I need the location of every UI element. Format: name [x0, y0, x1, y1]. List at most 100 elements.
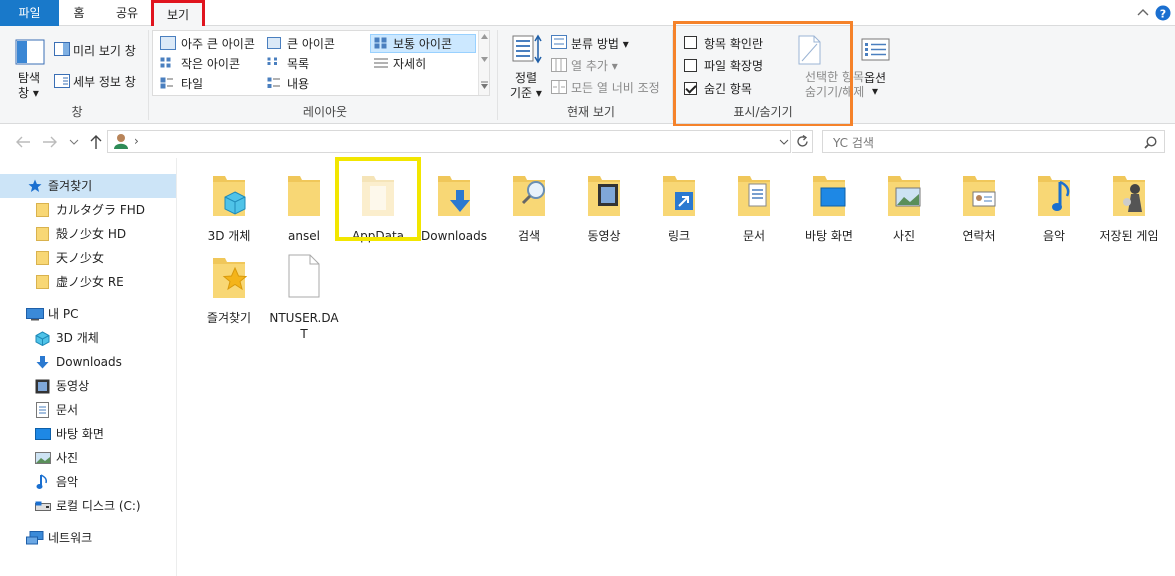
options-dropdown-arrow[interactable]: ▾: [872, 84, 878, 98]
layout-details[interactable]: 자세히: [393, 55, 426, 72]
help-icon[interactable]: ?: [1155, 5, 1171, 21]
scroll-down-icon[interactable]: [481, 57, 488, 62]
nav-pinned-item[interactable]: 殻ノ少女 HD: [0, 222, 176, 246]
address-bar-row: › YC 검색: [0, 126, 1175, 158]
folder-item-name: 연락처: [962, 229, 996, 243]
nav-local-disk[interactable]: 로컬 디스크 (C:): [0, 494, 176, 518]
folder-item-name: 즐겨찾기: [206, 311, 252, 325]
searches-folder-icon: [513, 176, 545, 216]
refresh-button[interactable]: [792, 130, 813, 153]
layout-small-icons[interactable]: 작은 아이콘: [181, 55, 240, 72]
documents-icon: [36, 402, 49, 418]
layout-medium-icons[interactable]: 보통 아이콘: [393, 35, 452, 52]
nav-pinned-label: カルタグラ FHD: [56, 203, 145, 217]
navigation-pane-icon: [15, 39, 45, 65]
navigation-pane: 즐겨찾기 カルタグラ FHD 殻ノ少女 HD 天ノ少女 虚ノ少女 RE 내 PC…: [0, 158, 177, 576]
3d-objects-icon: [35, 331, 50, 346]
nav-pinned-label: 虚ノ少女 RE: [56, 275, 124, 289]
ribbon-view: 탐색 창 ▾ 미리 보기 창 세부 정보 창 창 아주 큰 아이콘 큰 아이콘 …: [0, 26, 1175, 124]
back-arrow-icon[interactable]: [15, 135, 31, 149]
recent-locations-chevron-icon[interactable]: [69, 139, 79, 145]
nav-videos[interactable]: 동영상: [0, 374, 176, 398]
sort-by-icon: [512, 34, 542, 64]
nav-documents[interactable]: 문서: [0, 398, 176, 422]
size-all-columns-button: 모든 열 너비 조정: [571, 81, 660, 95]
nav-pictures[interactable]: 사진: [0, 446, 176, 470]
layout-tiles[interactable]: 타일: [181, 75, 203, 92]
pinned-folder-icon: [36, 275, 49, 289]
nav-network-label: 네트워크: [48, 531, 93, 545]
folder-item-name: 바탕 화면: [805, 229, 853, 243]
address-box[interactable]: ›: [107, 130, 791, 153]
address-path-separator[interactable]: ›: [134, 134, 139, 148]
downloads-icon: [36, 356, 49, 369]
show-hide-group-highlight: [673, 21, 853, 127]
group-by-button[interactable]: 분류 방법 ▾: [571, 35, 629, 52]
pinned-folder-icon: [36, 227, 49, 241]
layout-list[interactable]: 목록: [287, 55, 309, 72]
nav-pinned-item[interactable]: カルタグラ FHD: [0, 198, 176, 222]
folder-item-name: 검색: [517, 229, 541, 243]
pictures-icon: [35, 452, 51, 464]
nav-downloads[interactable]: Downloads: [0, 350, 176, 374]
preview-pane-button[interactable]: 미리 보기 창: [73, 42, 136, 59]
tab-file[interactable]: 파일: [0, 0, 59, 26]
desktop-icon: [35, 428, 51, 440]
search-input[interactable]: YC 검색: [822, 130, 1165, 153]
tab-home[interactable]: 홈: [62, 0, 96, 26]
forward-arrow-icon[interactable]: [42, 135, 58, 149]
nav-pinned-item[interactable]: 虚ノ少女 RE: [0, 270, 176, 294]
star-icon: [28, 179, 42, 192]
add-columns-icon: [551, 58, 567, 72]
layout-extra-large-icons[interactable]: 아주 큰 아이콘: [181, 35, 255, 52]
gallery-expand-icon[interactable]: [481, 81, 488, 89]
address-history-chevron-icon[interactable]: [779, 139, 789, 145]
folder-item-name: 음악: [1042, 229, 1066, 243]
search-icon[interactable]: [1144, 136, 1157, 149]
nav-this-pc[interactable]: 내 PC: [0, 302, 176, 326]
group-label-layout: 레이아웃: [302, 105, 348, 119]
navigation-pane-button-l2[interactable]: 창 ▾: [18, 84, 39, 101]
nav-quick-access-label: 즐겨찾기: [48, 179, 93, 193]
preview-pane-icon: [54, 42, 70, 56]
music-folder-icon: [1038, 176, 1070, 216]
layout-gallery-scrollbar[interactable]: [478, 31, 489, 95]
music-icon: [36, 474, 47, 489]
favorites-folder-icon: [213, 258, 247, 298]
tab-share[interactable]: 공유: [108, 0, 146, 26]
videos-folder-icon: [588, 176, 620, 216]
nav-music-label: 음악: [56, 475, 79, 489]
svg-text:?: ?: [1160, 8, 1166, 21]
pictures-folder-icon: [888, 176, 921, 216]
ribbon-tab-bar: 파일 홈 공유 보기 ?: [0, 0, 1175, 28]
group-label-panes: 창: [71, 105, 83, 119]
nav-documents-label: 문서: [56, 403, 79, 417]
nav-3d-objects-label: 3D 개체: [56, 331, 99, 345]
nav-downloads-label: Downloads: [56, 355, 122, 369]
nav-network[interactable]: 네트워크: [0, 526, 176, 550]
nav-pinned-item[interactable]: 天ノ少女: [0, 246, 176, 270]
nav-quick-access[interactable]: 즐겨찾기: [0, 174, 176, 198]
nav-this-pc-label: 내 PC: [48, 307, 79, 321]
folder-item-name: Downloads: [421, 229, 487, 243]
scroll-up-icon[interactable]: [481, 34, 488, 39]
tab-view[interactable]: 보기: [151, 0, 205, 28]
details-pane-button[interactable]: 세부 정보 창: [73, 73, 136, 90]
list-icon: [267, 57, 277, 65]
nav-pinned-label: 天ノ少女: [56, 251, 105, 265]
sort-by-button-l2[interactable]: 기준 ▾: [510, 84, 542, 101]
refresh-icon: [797, 135, 808, 147]
nav-local-disk-label: 로컬 디스크 (C:): [56, 499, 141, 513]
nav-3d-objects[interactable]: 3D 개체: [0, 326, 176, 350]
folder-item-name: 링크: [667, 229, 691, 243]
nav-desktop[interactable]: 바탕 화면: [0, 422, 176, 446]
layout-large-icons[interactable]: 큰 아이콘: [287, 35, 335, 52]
layout-content[interactable]: 내용: [287, 75, 309, 92]
desktop-folder-icon: [813, 176, 846, 216]
links-folder-icon: [663, 176, 695, 216]
up-arrow-icon[interactable]: [89, 134, 103, 150]
nav-music[interactable]: 음악: [0, 470, 176, 494]
collapse-ribbon-icon[interactable]: [1137, 7, 1149, 17]
nav-pinned-label: 殻ノ少女 HD: [56, 227, 127, 241]
extra-large-icons-icon: [160, 36, 176, 50]
